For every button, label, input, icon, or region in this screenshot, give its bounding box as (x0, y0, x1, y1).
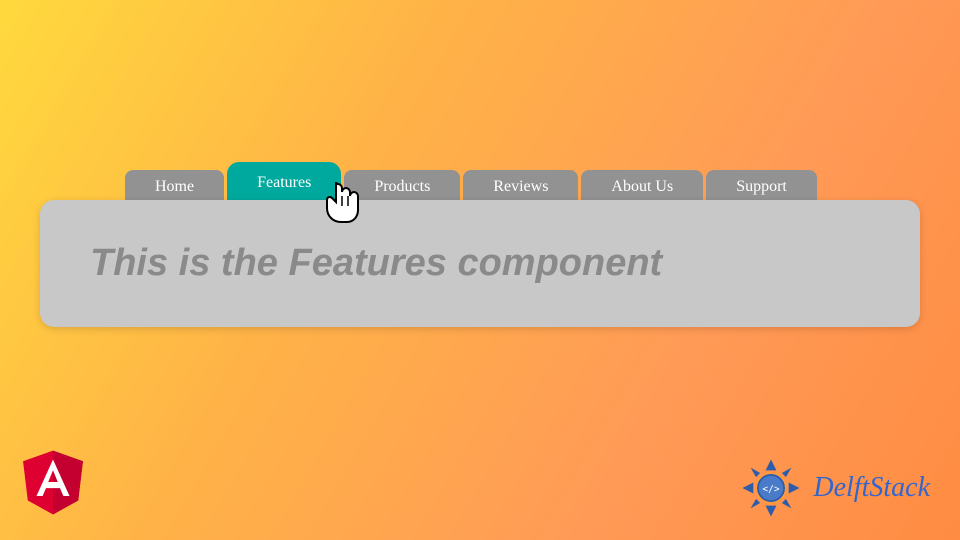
angular-logo-icon (18, 443, 88, 522)
pointer-cursor-icon (322, 178, 362, 231)
content-heading: This is the Features component (90, 242, 870, 285)
content-panel: This is the Features component (40, 200, 920, 327)
tab-reviews[interactable]: Reviews (463, 170, 578, 204)
tab-about-us[interactable]: About Us (581, 170, 703, 204)
delftstack-text: DelftStack (813, 472, 930, 504)
delftstack-emblem-icon: </> (737, 454, 805, 522)
tabs-nav: Home Features Products Reviews About Us … (125, 170, 817, 204)
tab-home[interactable]: Home (125, 170, 224, 204)
tab-support[interactable]: Support (706, 170, 817, 204)
svg-text:</>: </> (763, 484, 780, 495)
delftstack-logo: </> DelftStack (737, 454, 930, 522)
